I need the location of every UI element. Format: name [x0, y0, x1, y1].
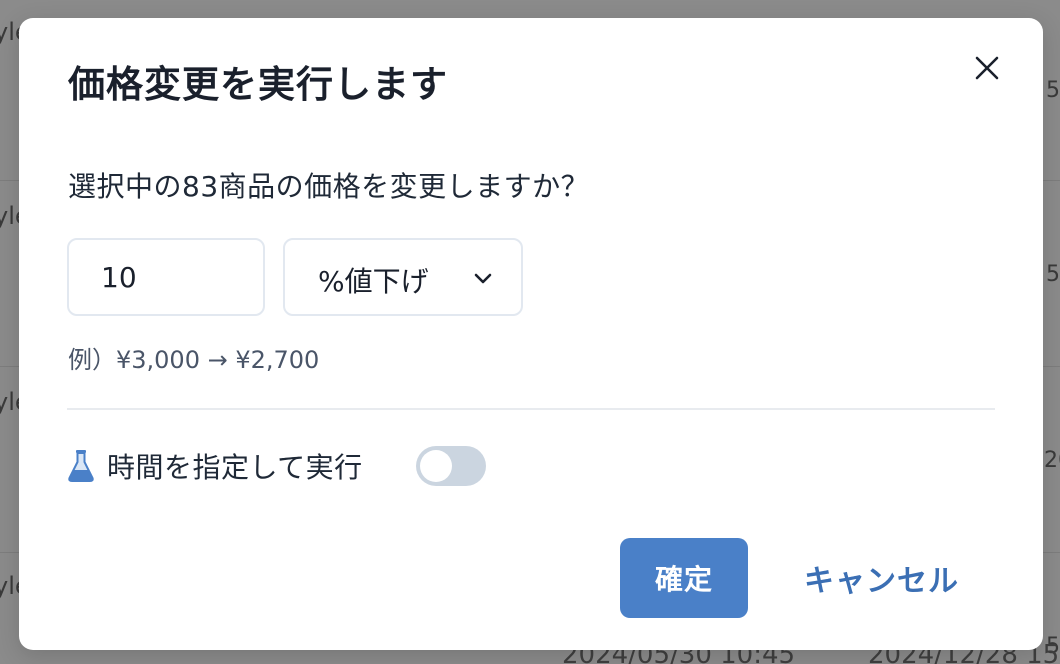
confirmation-question: 選択中の83商品の価格を変更しますか？ — [68, 170, 590, 203]
amount-input[interactable] — [67, 238, 265, 316]
chevron-down-icon — [474, 273, 492, 284]
schedule-row: 時間を指定して実行 — [67, 446, 363, 486]
example-text: 例）¥3,000 → ¥2,700 — [68, 346, 320, 374]
bg-row-value: 20 — [1044, 448, 1060, 473]
close-button[interactable] — [969, 50, 1005, 86]
bg-row-value: 5 — [1046, 262, 1060, 287]
toggle-knob — [420, 450, 452, 482]
change-type-select[interactable]: %値下げ — [283, 238, 523, 316]
bg-row-value: 5 — [1046, 78, 1060, 103]
close-icon — [975, 56, 999, 80]
flask-icon — [68, 450, 94, 482]
cancel-button[interactable]: キャンセル — [784, 538, 984, 618]
divider — [67, 408, 995, 410]
schedule-label: 時間を指定して実行 — [107, 451, 363, 484]
confirm-button[interactable]: 確定 — [620, 538, 748, 618]
schedule-toggle[interactable] — [416, 446, 486, 486]
dialog-title: 価格変更を実行します — [68, 63, 448, 106]
change-type-value: %値下げ — [318, 265, 429, 298]
price-change-dialog: 価格変更を実行します 選択中の83商品の価格を変更しますか？ %値下げ 例）¥3… — [19, 18, 1043, 650]
